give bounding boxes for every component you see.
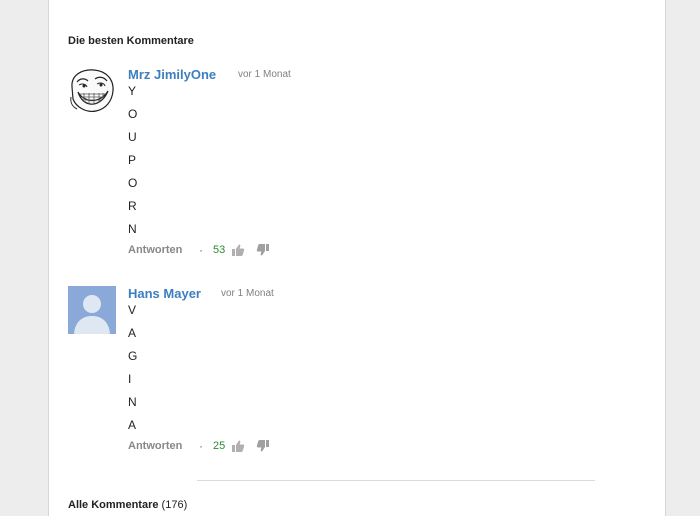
section-divider: [197, 480, 595, 481]
comment-text-line: I: [128, 372, 132, 386]
vote-count: 53: [213, 244, 226, 256]
comment-timestamp: vor 1 Monat: [221, 288, 274, 299]
comment-text-line: N: [128, 222, 137, 236]
comment-text-line: O: [128, 176, 138, 190]
thumbs-down-icon[interactable]: [256, 439, 270, 453]
avatar[interactable]: [68, 67, 116, 115]
comment-text-line: U: [128, 130, 137, 144]
comment-text-line: N: [128, 395, 137, 409]
avatar[interactable]: [68, 286, 116, 334]
comment-item: Mrz JimilyOne vor 1 Monat Y O U P O R N …: [68, 67, 628, 267]
thumbs-down-icon[interactable]: [256, 243, 270, 257]
separator-dot: ·: [199, 439, 203, 453]
comment-text-line: P: [128, 153, 137, 167]
comment-text-line: R: [128, 199, 137, 213]
comment-text-line: O: [128, 107, 138, 121]
comment-text-line: A: [128, 418, 137, 432]
thumbs-up-icon[interactable]: [231, 439, 245, 453]
comment-timestamp: vor 1 Monat: [238, 69, 291, 80]
comment-author[interactable]: Mrz JimilyOne: [128, 67, 216, 82]
reply-link[interactable]: Antworten: [128, 244, 182, 256]
comment-item: Hans Mayer vor 1 Monat V A G I N A Antwo…: [68, 286, 628, 466]
comment-text-line: A: [128, 326, 137, 340]
all-comments-count: (176): [161, 499, 188, 511]
comment-author[interactable]: Hans Mayer: [128, 286, 201, 301]
all-comments-heading: Alle Kommentare (176): [68, 499, 187, 511]
reply-link[interactable]: Antworten: [128, 440, 182, 452]
comment-body: Y O U P O R N: [128, 83, 137, 244]
separator-dot: ·: [199, 243, 203, 257]
comments-panel: Die besten Kommentare Mrz JimilyOne vor …: [48, 0, 666, 516]
all-comments-label: Alle Kommentare: [68, 499, 159, 511]
thumbs-up-icon[interactable]: [231, 243, 245, 257]
comment-body: V A G I N A: [128, 302, 137, 440]
vote-count: 25: [213, 440, 226, 452]
best-comments-heading: Die besten Kommentare: [68, 35, 194, 47]
comment-text-line: Y: [128, 84, 137, 98]
default-user-icon: [68, 286, 116, 334]
trollface-icon: [68, 67, 116, 115]
comment-text-line: G: [128, 349, 138, 363]
comment-text-line: V: [128, 303, 137, 317]
